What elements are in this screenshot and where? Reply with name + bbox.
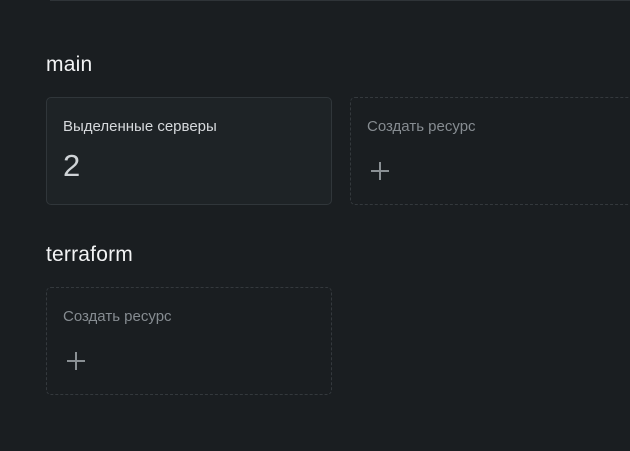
section-title-terraform: terraform [46, 243, 133, 266]
plus-icon [67, 352, 85, 370]
resource-card-count: 2 [63, 148, 81, 183]
resource-card-title: Выделенные серверы [63, 118, 217, 135]
top-divider [50, 0, 630, 1]
section-title-main: main [46, 53, 93, 76]
create-resource-card-terraform[interactable]: Создать ресурс [46, 287, 332, 395]
create-resource-card-main[interactable]: Создать ресурс [350, 97, 630, 205]
create-resource-label: Создать ресурс [367, 118, 476, 135]
create-resource-label: Создать ресурс [63, 308, 172, 325]
plus-icon [371, 162, 389, 180]
resource-card-dedicated-servers[interactable]: Выделенные серверы 2 [46, 97, 332, 205]
